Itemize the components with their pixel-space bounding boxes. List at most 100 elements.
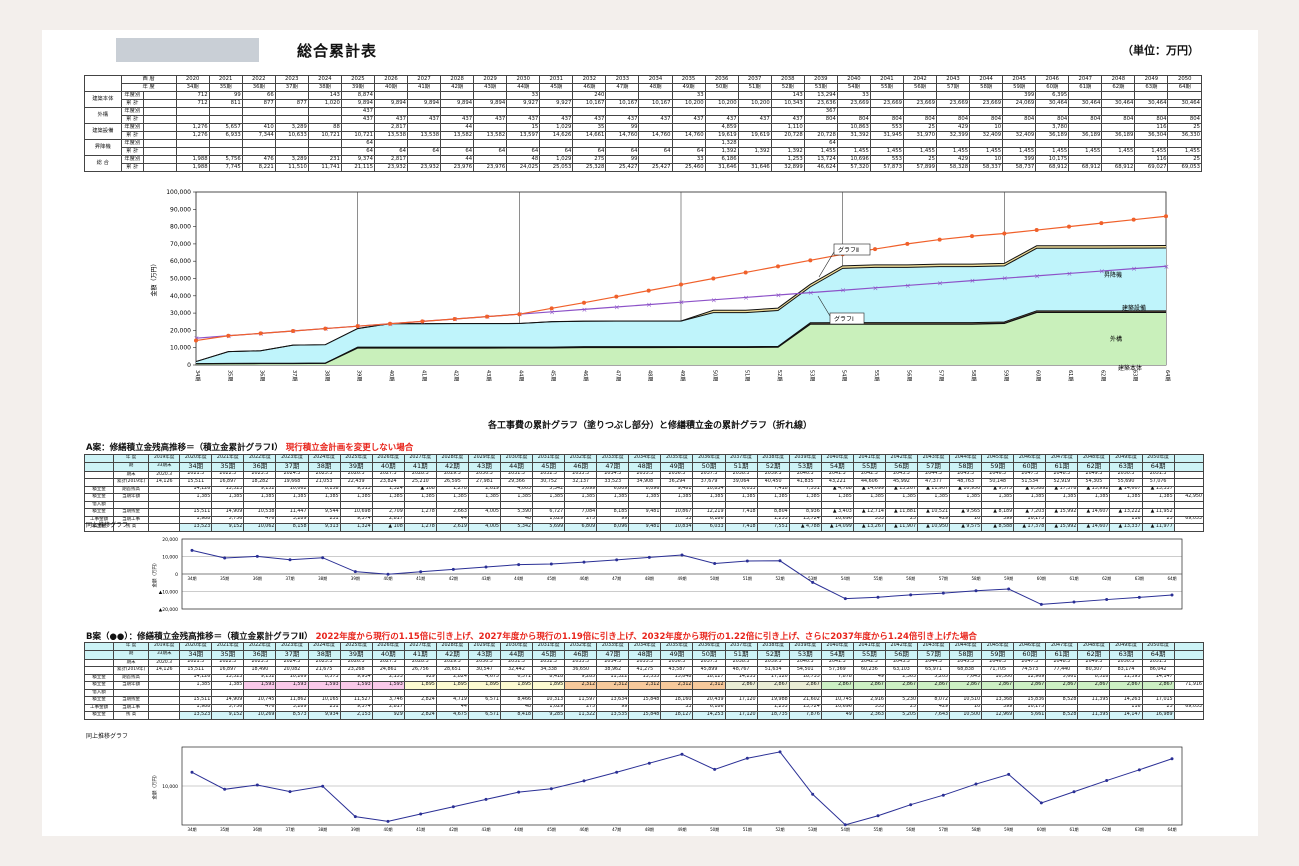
value-cell — [638, 123, 673, 132]
value-cell: 240 — [572, 91, 607, 100]
empty-cell — [148, 500, 181, 509]
value-cell — [407, 155, 442, 164]
value-cell: 1,988 — [179, 515, 213, 524]
cum-cell: 40,450 — [756, 478, 790, 487]
point-グラフⅠ — [711, 276, 716, 281]
cum-cell: 15,511 — [179, 666, 213, 675]
term-header: 46期 — [564, 649, 598, 660]
closing-cell: 2029.3 — [435, 470, 469, 479]
closing-cell: 2027.3 — [371, 470, 405, 479]
value-cell — [1068, 155, 1103, 164]
empty-cell — [148, 523, 181, 532]
value-cell: 2,867 — [756, 681, 790, 690]
value-cell: 11,597 — [564, 696, 598, 705]
value-cell: 57,873 — [869, 163, 904, 172]
x-tick-label: 36期 — [253, 826, 262, 832]
value-cell: 804 — [969, 115, 1004, 124]
y-tick-label: 100,000 — [166, 189, 191, 196]
value-cell: 2,867 — [981, 681, 1015, 690]
value-cell: 17,015 — [1141, 696, 1175, 705]
year-header: 2044 — [969, 75, 1004, 84]
closing-cell: 2047.3 — [1013, 470, 1047, 479]
x-tick-label: 47期 — [612, 575, 621, 581]
value-cell: 14,253 — [724, 673, 758, 682]
closing-cell: 2025.3 — [307, 470, 341, 479]
empty-cell — [143, 155, 177, 164]
value-cell: 1,029 — [539, 155, 574, 164]
value-cell: 13,597 — [506, 131, 541, 140]
empty-cell — [1173, 666, 1205, 675]
point-グラフⅡ: × — [743, 294, 749, 302]
closing-cell: 2039.3 — [756, 470, 790, 479]
closing-cell: 2021.3 — [179, 658, 213, 667]
row-label: 年度別 — [120, 123, 145, 132]
value-cell: 437 — [373, 115, 409, 124]
value-cell — [1101, 123, 1136, 132]
value-cell: 4,675 — [435, 711, 469, 720]
fy-header: 2046年度 — [1013, 642, 1047, 651]
value-cell — [770, 139, 805, 148]
group-label: 積立金 — [84, 673, 114, 682]
value-cell: 14,126 — [179, 485, 213, 494]
x-tick-label: 47期 — [612, 826, 621, 832]
cum-cell: 80,307 — [1077, 666, 1111, 675]
value-cell: 9,374 — [339, 515, 373, 524]
point-グラフⅡ: × — [1067, 270, 1073, 278]
value-cell: 1,385 — [339, 493, 373, 502]
closing-cell: 2049.3 — [1077, 470, 1111, 479]
point-グラフⅡ: × — [873, 284, 879, 292]
value-cell — [241, 139, 276, 148]
value-cell: 14,760 — [605, 131, 640, 140]
fy-header: 2025年度 — [339, 642, 373, 651]
empty-cell — [148, 681, 181, 690]
value-cell: 1,385 — [211, 493, 245, 502]
row-label: 累 計 — [120, 131, 145, 140]
year-header: 2031 — [539, 75, 574, 84]
term-header: 47期 — [596, 649, 630, 660]
fy-header: 2038年度 — [756, 454, 790, 463]
term-header: 55期 — [869, 83, 904, 92]
value-cell: 804 — [1101, 115, 1136, 124]
cum-cell: 55,690 — [1109, 478, 1143, 487]
value-cell — [1141, 500, 1175, 509]
fy-header: 2046年度 — [1013, 454, 1047, 463]
value-cell: 1,455 — [1134, 147, 1169, 156]
value-cell: 1,385 — [564, 493, 598, 502]
value-cell: 11,527 — [339, 696, 373, 705]
year-header: 2024 — [307, 75, 342, 84]
fy-header: 2043年度 — [916, 454, 951, 463]
y-tick-label: 0 — [175, 572, 178, 578]
fy-header: 2043年度 — [916, 642, 951, 651]
point-グラフⅠ — [355, 324, 360, 329]
value-cell: 30,464 — [1101, 99, 1136, 108]
balance-point — [321, 556, 325, 560]
term-header: 39期 — [340, 83, 375, 92]
balance-point — [288, 558, 292, 562]
balance-point — [941, 793, 945, 797]
row-label: 累 計 — [120, 147, 145, 156]
value-cell: 44 — [435, 703, 469, 712]
value-cell — [605, 107, 640, 116]
value-cell: 9,313 — [339, 485, 373, 494]
fy-header: 2042年度 — [884, 454, 919, 463]
value-cell — [243, 500, 277, 509]
value-cell: 64 — [340, 147, 375, 156]
value-cell: 553 — [852, 703, 886, 712]
value-cell: 10 — [969, 155, 1004, 164]
closing-cell: 2039.3 — [756, 658, 790, 667]
term-header: 57期 — [916, 649, 951, 660]
balance-point — [190, 770, 194, 774]
balance-point — [1007, 587, 1011, 591]
value-cell: 24,025 — [506, 163, 541, 172]
value-cell: 11,862 — [275, 696, 309, 705]
value-cell — [403, 500, 437, 509]
value-cell — [1167, 107, 1202, 116]
callout-label: グラフⅠ — [834, 315, 854, 323]
cum-cell: 77,440 — [1045, 666, 1079, 675]
empty-cell — [143, 107, 177, 116]
fy-header: 2028年度 — [435, 454, 469, 463]
value-cell: 5,230 — [884, 696, 919, 705]
empty-cell — [84, 666, 114, 675]
value-cell: 9,894 — [340, 99, 375, 108]
x-tick-label: 58期 — [971, 575, 980, 581]
